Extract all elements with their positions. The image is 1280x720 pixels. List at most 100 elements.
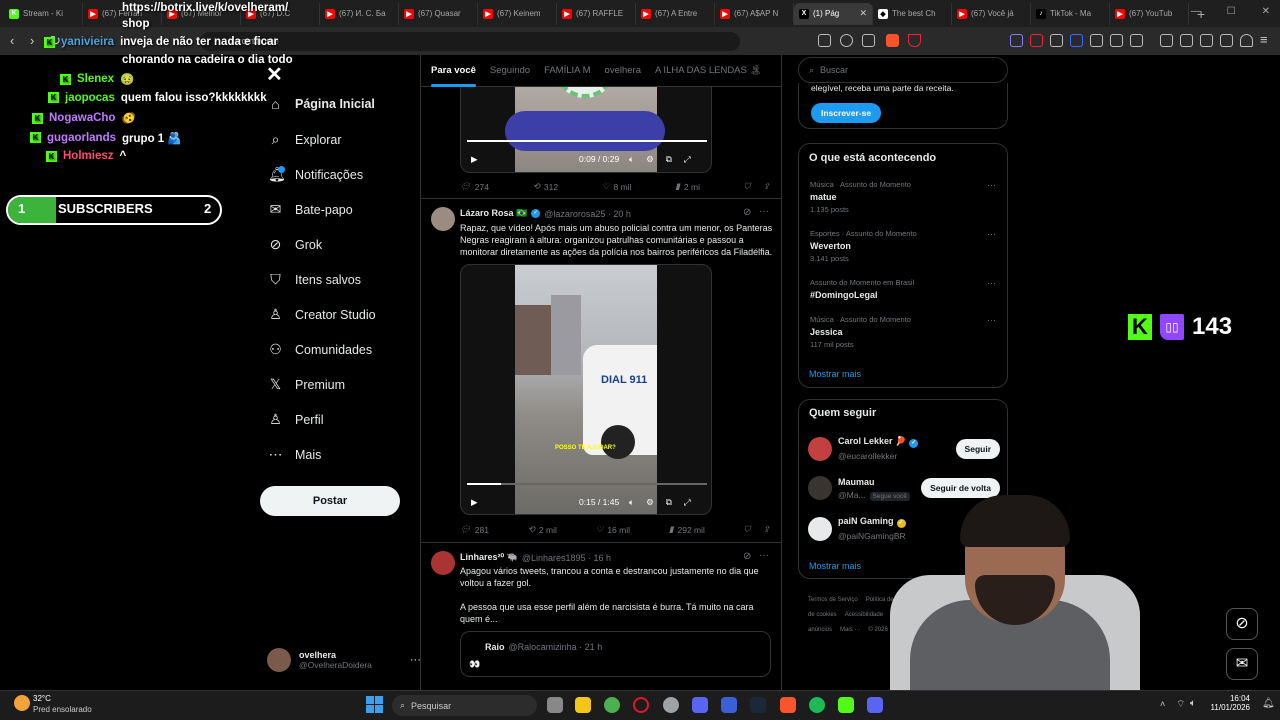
- browser-tab[interactable]: X (1) Pág ✕: [794, 2, 873, 25]
- trend-item[interactable]: Música · Assunto do Momento Jessica 117 mi…: [810, 315, 1000, 349]
- nav-item-bookmark[interactable]: ⛉ Itens salvos: [268, 271, 361, 288]
- back-icon[interactable]: ‹: [10, 33, 14, 48]
- like-button[interactable]: ♡ 8 mil: [602, 181, 632, 192]
- grok-icon[interactable]: ⊘: [743, 207, 751, 218]
- bookmark-icon[interactable]: ⛉: [744, 524, 750, 535]
- more-icon[interactable]: ···: [987, 180, 996, 190]
- reply-button[interactable]: 💬︎ 281: [460, 524, 489, 535]
- timeline-tab[interactable]: Seguindo: [490, 65, 530, 76]
- maximize-icon[interactable]: ☐: [1227, 6, 1236, 17]
- share-icon[interactable]: [862, 34, 875, 47]
- browser-tab[interactable]: ◆ The best Ch: [873, 2, 952, 25]
- pip-icon[interactable]: ⧉: [666, 154, 672, 165]
- wallet-icon[interactable]: [1220, 34, 1233, 47]
- follow-button[interactable]: Seguir: [955, 438, 1000, 459]
- discord-icon[interactable]: [867, 697, 883, 713]
- more-icon[interactable]: ···: [987, 278, 996, 288]
- more-icon[interactable]: ···: [987, 315, 996, 325]
- more-icon[interactable]: ···: [759, 550, 769, 561]
- zoom-icon[interactable]: [840, 34, 853, 47]
- rewards-icon[interactable]: [908, 34, 921, 47]
- browser-tab[interactable]: ▶ (67) RAFFLE: [557, 2, 636, 25]
- nav-item-search[interactable]: ⌕ Explorar: [268, 131, 342, 148]
- fullscreen-icon[interactable]: ⤢: [684, 497, 691, 508]
- wallet-icon[interactable]: [1200, 34, 1213, 47]
- tab-close-icon[interactable]: ✕: [859, 8, 867, 19]
- volume-icon[interactable]: 🔈︎: [629, 154, 634, 165]
- obs-icon[interactable]: [663, 697, 679, 713]
- close-window-icon[interactable]: ✕: [1262, 6, 1270, 17]
- volume-icon[interactable]: 🔈︎: [629, 497, 634, 508]
- extension-icon[interactable]: [1070, 34, 1083, 47]
- pip-icon[interactable]: ⧉: [666, 497, 672, 508]
- browser-tab[interactable]: ▶ (67) Keinem: [478, 2, 557, 25]
- screenshot-icon[interactable]: [1130, 34, 1143, 47]
- trend-item[interactable]: Esportes · Assunto do Momento Weverton 3.1…: [810, 229, 1000, 263]
- volume-icon[interactable]: 🔈︎: [1190, 698, 1196, 709]
- sidebar-icon[interactable]: [1180, 34, 1193, 47]
- url-input[interactable]: x.com/home: [200, 32, 740, 51]
- messages-float-icon[interactable]: ✉: [1226, 648, 1258, 680]
- search-input[interactable]: ⌕ Buscar: [798, 57, 1008, 83]
- nav-item-profile[interactable]: ♙ Perfil: [268, 411, 323, 428]
- more-icon[interactable]: ···: [759, 206, 769, 217]
- browser-tab[interactable]: ▶ (67) A$AP N: [715, 2, 794, 25]
- brave-icon[interactable]: [780, 697, 796, 713]
- share-icon[interactable]: ⇪: [763, 524, 770, 535]
- browser-tab[interactable]: ▶ (67) И. С. Ба: [320, 2, 399, 25]
- timeline-tab[interactable]: ovelhera: [605, 65, 641, 76]
- file-explorer-icon[interactable]: [575, 697, 591, 713]
- nav-item-grok[interactable]: ⊘ Grok: [268, 236, 322, 253]
- task-view-icon[interactable]: [547, 697, 563, 713]
- browser-tab[interactable]: ▶ (67) A Entre: [636, 2, 715, 25]
- settings-icon[interactable]: ⚙: [646, 497, 654, 508]
- windows-start-icon[interactable]: [366, 696, 383, 713]
- tweet-handle[interactable]: @lazarorosa25 · 20 h: [544, 209, 631, 219]
- steam-icon[interactable]: [750, 697, 766, 713]
- tweet-video[interactable]: DIAL 911 POSSO TE AJUDAR? ▶ 0:15 / 1:45 …: [460, 264, 712, 515]
- menu-icon[interactable]: ≡: [1260, 32, 1268, 47]
- footer-link[interactable]: Mais ···: [840, 627, 860, 633]
- wifi-icon[interactable]: ⌔: [1176, 698, 1185, 711]
- brave-shield-icon[interactable]: [886, 34, 899, 47]
- nav-item-communities[interactable]: ⚇ Comunidades: [268, 341, 372, 358]
- weather-icon[interactable]: [14, 695, 30, 711]
- fullscreen-icon[interactable]: ⤢: [684, 154, 691, 165]
- trend-item[interactable]: Música · Assunto do Momento matue 1.135 po…: [810, 180, 1000, 214]
- settings-icon[interactable]: ⚙: [646, 154, 654, 165]
- nav-item-creator[interactable]: ♙ Creator Studio: [268, 306, 375, 323]
- account-switcher[interactable]: ovelhera @OvelheraDoidera ···: [267, 648, 421, 672]
- share-icon[interactable]: ⇪: [763, 181, 770, 192]
- play-icon[interactable]: ▶: [471, 154, 478, 165]
- show-more-follow-link[interactable]: Mostrar mais: [809, 561, 861, 571]
- vpn-icon[interactable]: [1240, 34, 1253, 47]
- views-button[interactable]: ▮ 2 mi: [675, 181, 700, 192]
- app-icon[interactable]: [692, 697, 708, 713]
- play-icon[interactable]: ▶: [471, 497, 478, 508]
- timeline-tab[interactable]: FAMÍLIA M: [544, 65, 590, 76]
- repost-button[interactable]: ⟲ 312: [533, 181, 558, 192]
- browser-tab[interactable]: K Stream - Ki: [4, 2, 83, 25]
- follow-suggestion[interactable]: Carol Lekker 🏓 ✓ @eucarollekker Seguir: [808, 436, 1000, 461]
- extensions-puzzle-icon[interactable]: [1110, 34, 1123, 47]
- extension-icon[interactable]: [1030, 34, 1043, 47]
- subscribe-button[interactable]: Inscrever-se: [811, 103, 882, 123]
- screen-icon[interactable]: [818, 34, 831, 47]
- timeline-tab[interactable]: Para você: [431, 65, 476, 87]
- grok-float-icon[interactable]: ⊘: [1226, 608, 1258, 640]
- music-icon[interactable]: [1160, 34, 1173, 47]
- nav-item-more[interactable]: ⋯ Mais: [268, 446, 322, 463]
- extension-icon[interactable]: [1010, 34, 1023, 47]
- avatar[interactable]: [431, 207, 455, 231]
- weather-temp[interactable]: 32°C: [33, 694, 51, 703]
- nav-item-mail[interactable]: ✉ Bate-papo: [268, 201, 353, 218]
- tweet-author[interactable]: Linhares²⁰ 🐃: [460, 552, 518, 563]
- tray-chevron-icon[interactable]: ˄: [1160, 699, 1165, 709]
- footer-link[interactable]: Acessibilidade: [845, 612, 883, 618]
- timeline-tab[interactable]: A ILHA DAS LENDAS 🏝: [655, 65, 762, 76]
- show-more-trends-link[interactable]: Mostrar mais: [809, 369, 861, 379]
- forward-icon[interactable]: ›: [30, 33, 34, 48]
- browser-tab[interactable]: ▶ (67) YouTub: [1110, 2, 1189, 25]
- taskbar-search[interactable]: ⌕ Pesquisar: [392, 695, 537, 716]
- bookmark-icon[interactable]: ⛉: [744, 181, 750, 192]
